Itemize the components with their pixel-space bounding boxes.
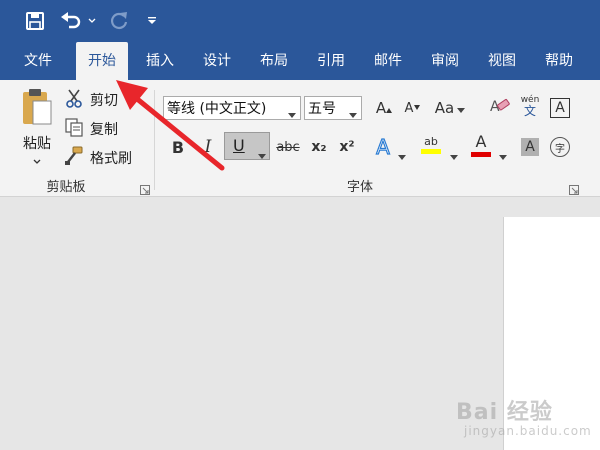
watermark: Bai 经验 jingyan.baidu.com [456, 394, 596, 446]
cut-button[interactable]: 剪切 [64, 88, 118, 112]
italic-button[interactable]: I [195, 134, 221, 160]
clipboard-icon [20, 87, 54, 131]
undo-icon[interactable] [58, 7, 84, 35]
font-color-label: A [475, 131, 487, 151]
text-effects-dropdown-icon[interactable] [398, 145, 406, 160]
highlight-button[interactable]: ab [418, 132, 444, 158]
tab-review[interactable]: 审阅 [419, 42, 471, 80]
group-divider [154, 90, 155, 190]
highlight-label: ab [424, 135, 438, 148]
tab-insert[interactable]: 插入 [134, 42, 186, 80]
font-launcher-icon[interactable] [569, 180, 579, 195]
character-border-label: A [550, 98, 570, 118]
ribbon-tabs: 文件 开始 插入 设计 布局 引用 邮件 审阅 视图 帮助 [0, 42, 600, 80]
subscript-button[interactable]: x₂ [306, 134, 332, 160]
character-shading-label: A [521, 138, 539, 156]
font-group-label: 字体 [346, 180, 373, 195]
tab-references[interactable]: 引用 [305, 42, 357, 80]
scissors-icon [64, 88, 84, 112]
font-size-value: 五号 [308, 101, 336, 117]
tab-design[interactable]: 设计 [191, 42, 243, 80]
watermark-main: Bai 经验 [456, 400, 553, 425]
font-name-value: 等线 (中文正文) [167, 101, 267, 117]
copy-label: 复制 [90, 122, 118, 138]
change-case-button[interactable]: Aa [432, 95, 468, 121]
save-icon[interactable] [20, 7, 50, 35]
bold-button[interactable]: B [165, 134, 191, 160]
underline-button[interactable]: U [224, 132, 270, 160]
font-size-dropdown-icon [349, 106, 357, 122]
paintbrush-icon [64, 146, 84, 170]
text-effects-button[interactable]: A [370, 134, 396, 160]
cut-label: 剪切 [90, 93, 118, 109]
shrink-font-label: A [404, 100, 414, 116]
highlight-color-bar [421, 149, 441, 154]
character-border-button[interactable]: A [547, 95, 573, 121]
change-case-label: Aa [434, 99, 455, 117]
character-shading-button[interactable]: A [517, 134, 543, 160]
grow-font-icon [386, 99, 392, 117]
clear-formatting-button[interactable]: A [487, 95, 513, 121]
clipboard-launcher-icon[interactable] [140, 180, 150, 195]
font-name-select[interactable]: 等线 (中文正文) [163, 96, 301, 120]
shrink-font-icon [414, 99, 420, 114]
tab-view[interactable]: 视图 [476, 42, 528, 80]
underline-dropdown-icon [258, 144, 266, 163]
tab-file[interactable]: 文件 [10, 42, 66, 80]
superscript-button[interactable]: x² [334, 134, 360, 160]
tab-layout[interactable]: 布局 [248, 42, 300, 80]
copy-icon [64, 117, 84, 141]
paste-dropdown-icon [33, 153, 41, 169]
grow-font-label: A [375, 99, 387, 117]
enclose-characters-button[interactable]: 字 [547, 134, 573, 160]
title-bar [0, 0, 600, 42]
redo-icon[interactable] [106, 7, 132, 35]
tab-help[interactable]: 帮助 [533, 42, 585, 80]
watermark-sub: jingyan.baidu.com [464, 424, 592, 438]
strikethrough-button[interactable]: abc [274, 134, 302, 160]
ribbon: 粘贴 剪切 复制 格式刷 剪贴板 等线 (中文正文) 五号 A A Aa A w… [0, 80, 600, 197]
format-painter-label: 格式刷 [90, 151, 132, 167]
shrink-font-button[interactable]: A [396, 95, 422, 121]
font-size-select[interactable]: 五号 [304, 96, 362, 120]
font-name-dropdown-icon [288, 106, 296, 122]
eraser-icon: A [489, 96, 511, 120]
customize-dropdown-icon[interactable] [144, 7, 160, 35]
font-color-button[interactable]: A [468, 132, 494, 158]
underline-label: U [233, 136, 245, 155]
change-case-dropdown-icon [457, 99, 466, 117]
tab-home[interactable]: 开始 [76, 42, 128, 80]
tab-mailings[interactable]: 邮件 [362, 42, 414, 80]
clipboard-group-label: 剪贴板 [46, 180, 86, 195]
font-color-dropdown-icon[interactable] [499, 145, 507, 160]
font-color-bar [471, 151, 491, 157]
copy-button[interactable]: 复制 [64, 117, 118, 141]
paste-button[interactable]: 粘贴 [14, 86, 60, 170]
grow-font-button[interactable]: A [368, 95, 394, 121]
phonetic-bottom: 文 [523, 103, 536, 118]
highlight-dropdown-icon[interactable] [450, 145, 458, 160]
paste-label: 粘贴 [23, 136, 51, 152]
phonetic-guide-button[interactable]: wén 文 [517, 93, 543, 119]
enclose-characters-label: 字 [550, 137, 570, 157]
undo-dropdown-icon[interactable] [86, 7, 98, 35]
format-painter-button[interactable]: 格式刷 [64, 146, 132, 170]
